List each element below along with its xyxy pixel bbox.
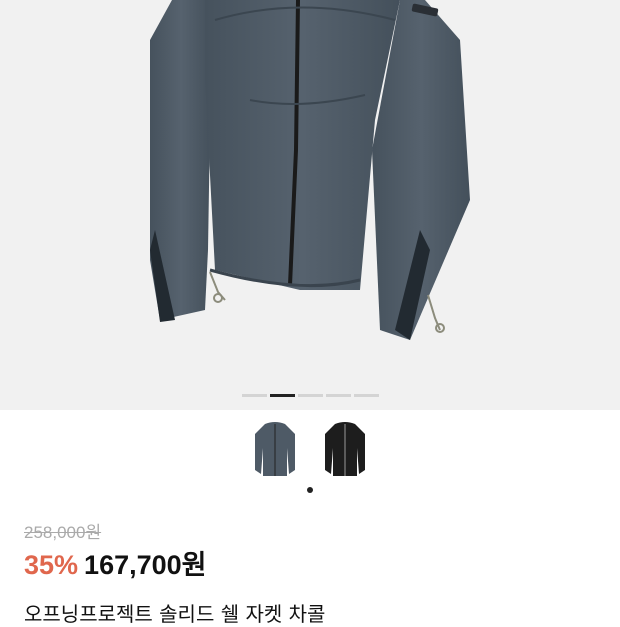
product-title: 오프닝프로젝트 솔리드 쉘 자켓 차콜 <box>24 602 326 626</box>
gallery-pagination <box>0 394 620 397</box>
thumbnail-selected-indicator <box>307 487 313 493</box>
thumbnail-gray-jacket[interactable] <box>253 420 297 482</box>
sale-price: 167,700원 <box>84 550 207 580</box>
product-image-jacket <box>150 0 470 340</box>
pagination-dot[interactable] <box>325 394 351 397</box>
pagination-dot[interactable] <box>297 394 323 397</box>
thumbnail-black-jacket[interactable] <box>323 420 367 482</box>
discount-rate: 35% <box>24 550 79 580</box>
price-row: 35% 167,700원 <box>24 543 207 582</box>
pagination-dot[interactable] <box>241 394 267 397</box>
pagination-dot[interactable] <box>353 394 379 397</box>
product-image-gallery[interactable] <box>0 0 620 410</box>
pagination-dot-active[interactable] <box>269 394 295 397</box>
color-thumbnails <box>0 420 620 482</box>
original-price: 258,000원 <box>24 523 102 542</box>
